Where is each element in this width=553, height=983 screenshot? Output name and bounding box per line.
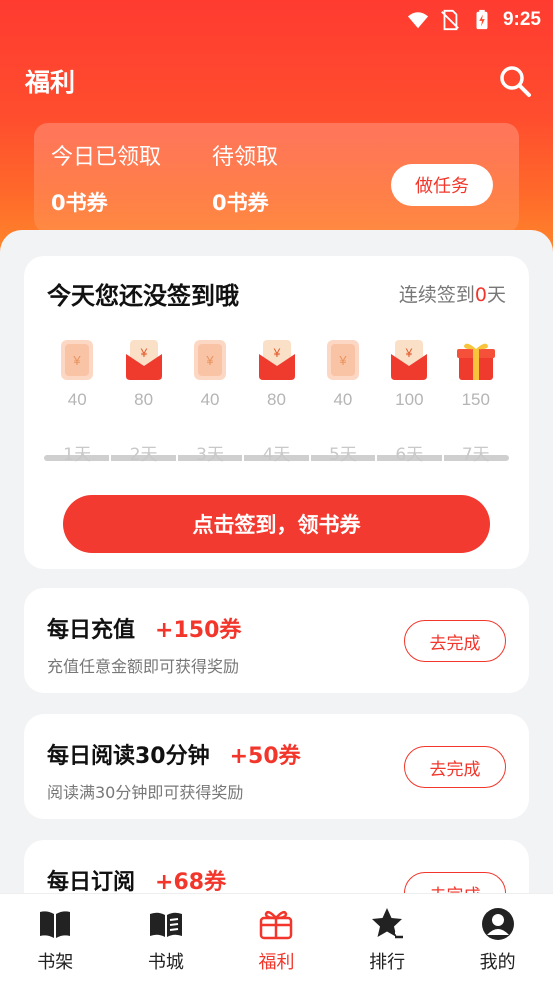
- task-name: 每日充值: [47, 618, 136, 643]
- task-reward: +50券: [229, 744, 301, 769]
- checkin-card: 今天您还没签到哦 连续签到0天 ¥40 1天 ¥80 2天 ¥40 3天 ¥80 4天 ¥40 5…: [24, 256, 529, 569]
- checkin-day-label: 4天: [262, 445, 291, 465]
- task-description: 阅读满30分钟即可获得奖励: [47, 783, 244, 802]
- checkin-day: ¥80 2天: [111, 338, 177, 465]
- svg-text:¥: ¥: [139, 346, 147, 360]
- gift-icon: [454, 338, 498, 382]
- task-name-row: 每日阅读30分钟 +50券: [47, 738, 301, 770]
- task-complete-button[interactable]: 去完成: [404, 746, 506, 788]
- pending-received: 待领取 0书券: [212, 139, 278, 217]
- status-time: 9:25: [502, 9, 541, 30]
- checkin-day-label: 6天: [395, 445, 424, 465]
- checkin-day-label: 2天: [129, 445, 158, 465]
- task-description: 充值任意金额即可获得奖励: [47, 657, 240, 676]
- checkin-day-amount: 80: [267, 390, 286, 409]
- ticket-icon: ¥: [188, 338, 232, 382]
- checkin-day-amount: 150: [461, 390, 490, 409]
- task-card: 每日订阅 +68券 去完成: [24, 840, 529, 893]
- task-card: 每日阅读30分钟 +50券阅读满30分钟即可获得奖励 去完成: [24, 714, 529, 819]
- wifi-icon: [407, 12, 429, 29]
- search-icon: [500, 66, 531, 97]
- checkin-day-amount: 40: [67, 390, 87, 409]
- ticket-icon: ¥: [321, 338, 365, 382]
- checkin-day: ¥40 5天: [310, 338, 376, 465]
- nav-item-2[interactable]: 福利: [221, 894, 332, 983]
- book-store-icon: [148, 906, 184, 942]
- checkin-day: ¥80 4天: [244, 338, 310, 465]
- nav-label: 排行: [369, 952, 406, 973]
- checkin-day-amount: 100: [395, 390, 424, 409]
- bookshelf-icon: [37, 906, 73, 942]
- today-received: 今日已领取 0书券: [51, 139, 161, 217]
- today-received-value: 0书券: [51, 191, 108, 215]
- checkin-day-amount: 80: [134, 390, 154, 409]
- checkin-day: ¥40 1天: [44, 338, 110, 465]
- checkin-day-label: 5天: [329, 445, 357, 465]
- red-envelope-icon: ¥: [255, 338, 299, 382]
- profile-icon: [480, 906, 516, 942]
- svg-text:¥: ¥: [205, 353, 214, 368]
- nav-label: 书架: [37, 952, 74, 973]
- ticket-icon: ¥: [55, 338, 99, 382]
- checkin-day-amount: 40: [333, 390, 353, 409]
- nav-label: 福利: [258, 952, 295, 973]
- checkin-button[interactable]: 点击签到，领书券: [63, 495, 490, 553]
- search-button[interactable]: [497, 63, 533, 99]
- streak-prefix: 连续签到: [398, 284, 475, 306]
- today-received-label: 今日已领取: [51, 145, 162, 170]
- svg-text:¥: ¥: [272, 346, 280, 360]
- task-complete-button[interactable]: 去完成: [404, 872, 506, 893]
- checkin-title: 今天您还没签到哦: [47, 282, 239, 310]
- pending-label: 待领取: [212, 145, 279, 170]
- red-envelope-icon: ¥: [122, 338, 166, 382]
- task-name: 每日阅读30分钟: [47, 744, 210, 769]
- nav-label: 书城: [147, 952, 184, 973]
- checkin-day: ¥100 6天: [376, 338, 442, 465]
- svg-text:¥: ¥: [73, 353, 82, 368]
- checkin-streak: 连续签到0天: [399, 280, 506, 307]
- task-name-row: 每日订阅 +68券: [47, 864, 226, 893]
- streak-count: 0: [474, 284, 487, 306]
- nav-item-4[interactable]: 我的: [442, 894, 553, 983]
- task-reward: +150券: [155, 618, 242, 643]
- red-envelope-icon: ¥: [387, 338, 431, 382]
- main-panel: 今天您还没签到哦 连续签到0天 ¥40 1天 ¥80 2天 ¥40 3天 ¥80 4天 ¥40 5…: [0, 230, 553, 893]
- task-name: 每日订阅: [47, 870, 136, 893]
- checkin-day-amount: 40: [200, 390, 220, 409]
- checkin-day-label: 1天: [63, 445, 92, 465]
- checkin-day-label: 3天: [196, 445, 224, 465]
- nav-label: 我的: [479, 952, 516, 973]
- no-sim-icon: [441, 9, 459, 31]
- top-bar: 福利: [0, 56, 553, 106]
- battery-charging-icon: [476, 9, 488, 30]
- bottom-navigation: 书架 书城 福利 排行 我的: [0, 893, 553, 983]
- svg-text:¥: ¥: [405, 346, 413, 360]
- status-bar: 9:25: [0, 0, 553, 40]
- task-reward: +68券: [155, 870, 227, 893]
- svg-text:¥: ¥: [338, 353, 347, 368]
- nav-item-1[interactable]: 书城: [111, 894, 222, 983]
- gift-box-icon: [258, 906, 294, 942]
- do-tasks-button[interactable]: 做任务: [391, 164, 493, 206]
- checkin-day: ¥40 3天: [177, 338, 243, 465]
- checkin-days: ¥40 1天 ¥80 2天 ¥40 3天 ¥80 4天 ¥40 5天 ¥100 6天 150 7天: [44, 338, 509, 478]
- nav-item-3[interactable]: 排行: [332, 894, 443, 983]
- task-card: 每日充值 +150券充值任意金额即可获得奖励 去完成: [24, 588, 529, 693]
- task-complete-button[interactable]: 去完成: [404, 620, 506, 662]
- page-title: 福利: [25, 68, 76, 97]
- ranking-star-icon: [369, 906, 405, 942]
- checkin-day-label: 7天: [461, 445, 490, 465]
- nav-item-0[interactable]: 书架: [0, 894, 111, 983]
- checkin-day: 150 7天: [443, 338, 509, 465]
- task-name-row: 每日充值 +150券: [47, 612, 241, 644]
- pending-value: 0书券: [212, 191, 269, 215]
- coupon-summary-card: 今日已领取 0书券 待领取 0书券 做任务: [34, 123, 519, 233]
- streak-suffix: 天: [486, 284, 506, 306]
